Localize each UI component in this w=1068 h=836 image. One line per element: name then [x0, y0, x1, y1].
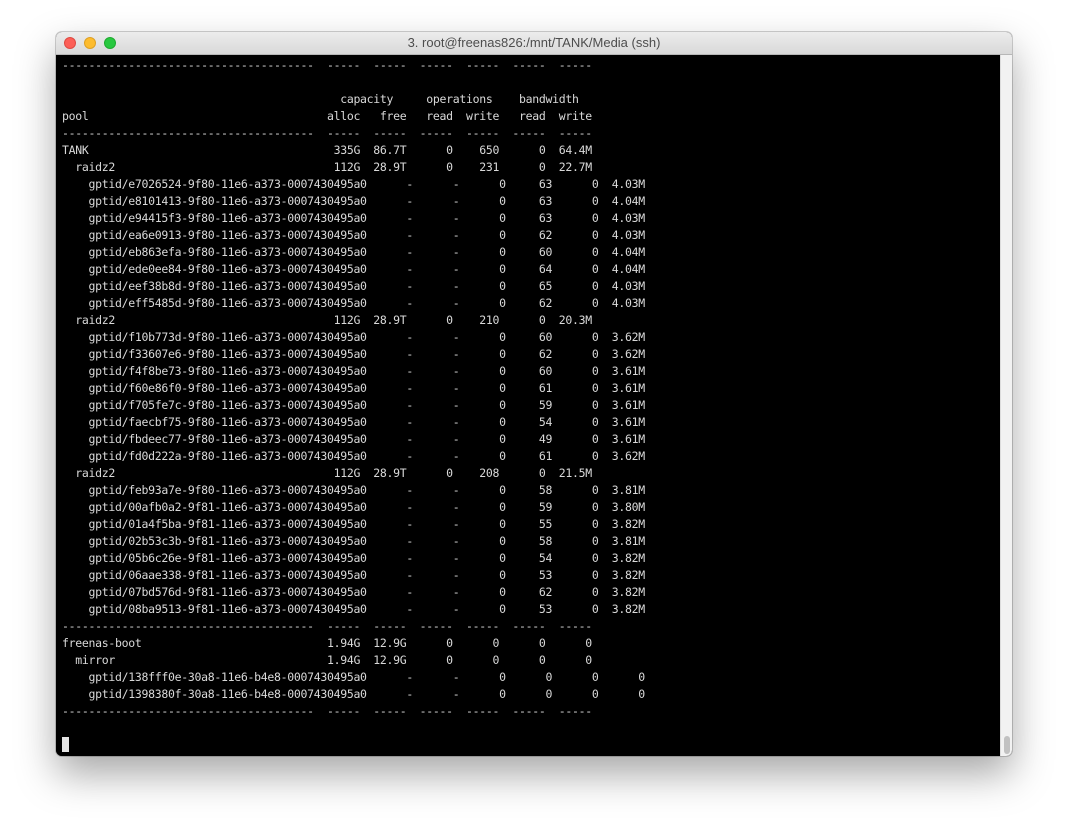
terminal-line: gptid/00afb0a2-9f81-11e6-a373-0007430495… — [62, 500, 645, 514]
terminal-line: gptid/f4f8be73-9f80-11e6-a373-0007430495… — [62, 364, 645, 378]
terminal-line: -------------------------------------- -… — [62, 126, 592, 140]
terminal-line: gptid/e8101413-9f80-11e6-a373-0007430495… — [62, 194, 645, 208]
terminal-line: gptid/1398380f-30a8-11e6-b4e8-0007430495… — [62, 687, 645, 701]
terminal-line: gptid/ea6e0913-9f80-11e6-a373-0007430495… — [62, 228, 645, 242]
terminal-line: gptid/eb863efa-9f80-11e6-a373-0007430495… — [62, 245, 645, 259]
terminal-line: raidz2 112G 28.9T 0 231 0 22.7M — [62, 160, 592, 174]
terminal-line: TANK 335G 86.7T 0 650 0 64.4M — [62, 143, 592, 157]
terminal-line: gptid/f705fe7c-9f80-11e6-a373-0007430495… — [62, 398, 645, 412]
terminal-line: gptid/05b6c26e-9f81-11e6-a373-0007430495… — [62, 551, 645, 565]
terminal-line: gptid/fd0d222a-9f80-11e6-a373-0007430495… — [62, 449, 645, 463]
terminal-line: gptid/feb93a7e-9f80-11e6-a373-0007430495… — [62, 483, 645, 497]
terminal-line: gptid/eff5485d-9f80-11e6-a373-0007430495… — [62, 296, 645, 310]
terminal-line: gptid/02b53c3b-9f81-11e6-a373-0007430495… — [62, 534, 645, 548]
terminal-line: gptid/07bd576d-9f81-11e6-a373-0007430495… — [62, 585, 645, 599]
terminal-line: gptid/e94415f3-9f80-11e6-a373-0007430495… — [62, 211, 645, 225]
terminal-line: gptid/e7026524-9f80-11e6-a373-0007430495… — [62, 177, 645, 191]
terminal-output[interactable]: -------------------------------------- -… — [56, 55, 1000, 756]
title-bar[interactable]: 3. root@freenas826:/mnt/TANK/Media (ssh) — [56, 32, 1012, 55]
terminal-lines: -------------------------------------- -… — [62, 57, 645, 754]
vertical-scrollbar[interactable] — [1000, 55, 1012, 756]
terminal-line: gptid/ede0ee84-9f80-11e6-a373-0007430495… — [62, 262, 645, 276]
terminal-line: gptid/06aae338-9f81-11e6-a373-0007430495… — [62, 568, 645, 582]
terminal-line: raidz2 112G 28.9T 0 210 0 20.3M — [62, 313, 592, 327]
terminal-line: capacity operations bandwidth — [62, 92, 579, 106]
terminal-line: gptid/01a4f5ba-9f81-11e6-a373-0007430495… — [62, 517, 645, 531]
scrollbar-thumb[interactable] — [1004, 736, 1010, 754]
terminal-line: gptid/f60e86f0-9f80-11e6-a373-0007430495… — [62, 381, 645, 395]
terminal-window: 3. root@freenas826:/mnt/TANK/Media (ssh)… — [56, 32, 1012, 756]
terminal-line: gptid/faecbf75-9f80-11e6-a373-0007430495… — [62, 415, 645, 429]
terminal-line: raidz2 112G 28.9T 0 208 0 21.5M — [62, 466, 592, 480]
terminal-line: pool alloc free read write read write — [62, 109, 592, 123]
terminal-line: -------------------------------------- -… — [62, 619, 592, 633]
terminal-line: gptid/f10b773d-9f80-11e6-a373-0007430495… — [62, 330, 645, 344]
text-cursor — [62, 737, 69, 752]
terminal-line: gptid/138fff0e-30a8-11e6-b4e8-0007430495… — [62, 670, 645, 684]
terminal-line: gptid/08ba9513-9f81-11e6-a373-0007430495… — [62, 602, 645, 616]
terminal-line: gptid/f33607e6-9f80-11e6-a373-0007430495… — [62, 347, 645, 361]
terminal-line: gptid/fbdeec77-9f80-11e6-a373-0007430495… — [62, 432, 645, 446]
terminal-line: -------------------------------------- -… — [62, 58, 592, 72]
terminal-line: freenas-boot 1.94G 12.9G 0 0 0 0 — [62, 636, 592, 650]
terminal-line: -------------------------------------- -… — [62, 704, 592, 718]
window-title: 3. root@freenas826:/mnt/TANK/Media (ssh) — [407, 35, 661, 50]
terminal-line: mirror 1.94G 12.9G 0 0 0 0 — [62, 653, 592, 667]
terminal-line: gptid/eef38b8d-9f80-11e6-a373-0007430495… — [62, 279, 645, 293]
